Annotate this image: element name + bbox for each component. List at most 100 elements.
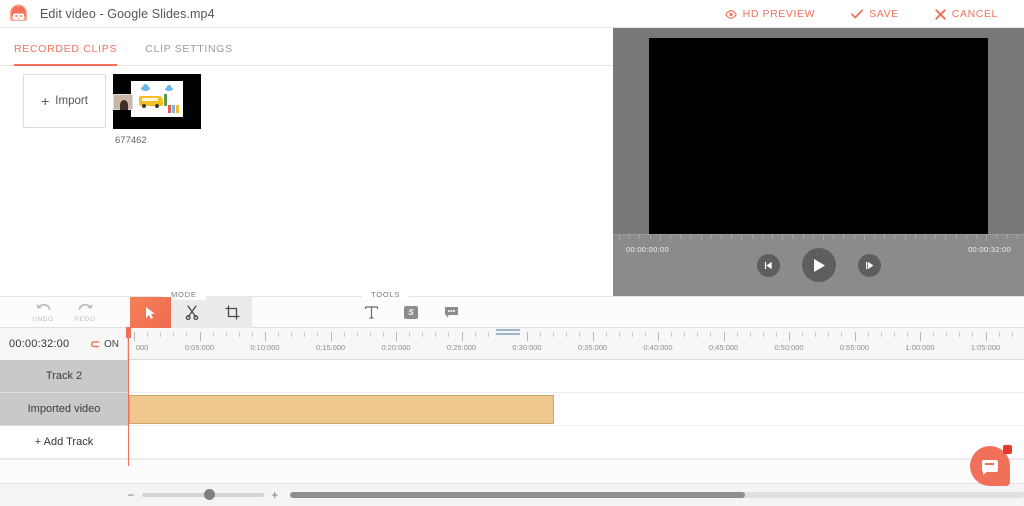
- add-track-button[interactable]: + Add Track: [0, 426, 128, 459]
- redo-icon: [78, 303, 93, 310]
- tab-clip-settings[interactable]: CLIP SETTINGS: [131, 43, 247, 65]
- school-bus-icon: [139, 96, 163, 108]
- ruler-minor-tick: [631, 332, 633, 337]
- track-row-track-2[interactable]: [128, 360, 1024, 393]
- preview-ruler-tick: [925, 235, 926, 239]
- play-button[interactable]: [801, 248, 836, 282]
- preview-ruler-tick: [863, 235, 865, 241]
- zoom-in-button[interactable]: +: [268, 488, 282, 502]
- ruler-minor-tick: [828, 332, 830, 337]
- sticker-s-icon: S: [404, 306, 418, 319]
- save-button[interactable]: SAVE: [833, 8, 917, 20]
- ruler-minor-tick: [775, 332, 777, 337]
- hd-preview-button[interactable]: HD PREVIEW: [707, 8, 834, 20]
- ruler-minor-tick: [802, 332, 804, 337]
- preview-ruler-tick: [639, 235, 641, 239]
- text-t-icon: [364, 306, 378, 319]
- ruler-minor-tick: [671, 332, 673, 337]
- ruler-minor-tick: [448, 332, 450, 337]
- preview-ruler-tick: [853, 235, 855, 239]
- timeline-horizontal-scrollbar[interactable]: [289, 492, 1024, 498]
- sticker-tool-button[interactable]: S: [391, 297, 431, 328]
- cancel-label: CANCEL: [951, 8, 998, 20]
- video-stage[interactable]: [649, 38, 988, 234]
- track-label-column: Track 2 Imported video + Add Track: [0, 360, 128, 459]
- tab-recorded-clips[interactable]: RECORDED CLIPS: [0, 43, 131, 66]
- track-label-imported-video[interactable]: Imported video: [0, 393, 128, 426]
- cloud-icon: [141, 84, 150, 91]
- ruler-minor-tick: [513, 332, 515, 337]
- ruler-minor-tick: [553, 332, 555, 337]
- check-icon: [851, 9, 864, 19]
- ruler-minor-tick: [304, 332, 306, 337]
- track-label-track-2[interactable]: Track 2: [0, 360, 128, 393]
- ruler-minor-tick: [422, 332, 424, 337]
- ruler-minor-tick: [435, 332, 437, 337]
- ruler-minor-tick: [605, 332, 607, 337]
- clip-item[interactable]: 677462: [113, 74, 201, 146]
- timeline-header-left: 00:00:32:00 ⊂ ON: [0, 328, 128, 360]
- timeline-bottom-filler: [0, 459, 1024, 483]
- playhead[interactable]: [126, 327, 131, 466]
- preview-scrub-ruler[interactable]: [613, 234, 1024, 243]
- text-tool-button[interactable]: [351, 297, 391, 328]
- zoom-slider[interactable]: [141, 489, 264, 500]
- ruler-minor-tick: [644, 332, 646, 337]
- ruler-major-tick: [985, 332, 987, 341]
- ruler-minor-tick: [684, 332, 686, 337]
- undo-button[interactable]: UNDO: [22, 297, 64, 328]
- cut-tool-button[interactable]: [171, 297, 212, 328]
- preview-ruler-tick: [823, 235, 824, 241]
- redo-button[interactable]: REDO: [64, 297, 106, 328]
- speech-bubble-icon: [444, 307, 458, 318]
- scrollbar-thumb[interactable]: [289, 492, 745, 498]
- ruler-minor-tick: [343, 332, 345, 337]
- import-button[interactable]: + Import: [23, 74, 106, 128]
- ruler-major-tick: [265, 332, 266, 341]
- preview-ruler-tick: [751, 235, 753, 239]
- ruler-minor-tick: [291, 332, 293, 337]
- snap-toggle[interactable]: ⊂ ON: [90, 328, 119, 360]
- tabbar: RECORDED CLIPS CLIP SETTINGS: [0, 28, 613, 66]
- zoom-slider-knob[interactable]: [203, 489, 215, 500]
- toolbar-right-filler: [613, 296, 1024, 328]
- ruler-major-tick: [658, 332, 659, 341]
- ruler-zoom-handle[interactable]: [496, 328, 520, 336]
- ruler-label: 0:30:000: [512, 343, 542, 352]
- scissors-icon: [185, 305, 198, 320]
- slide-preview-image: [131, 81, 183, 117]
- step-forward-button[interactable]: [857, 253, 881, 277]
- select-tool-button[interactable]: [130, 297, 171, 328]
- step-backward-icon: [764, 261, 772, 269]
- ruler-minor-tick: [251, 332, 253, 337]
- ruler-minor-tick: [618, 332, 620, 337]
- ruler-minor-tick: [382, 332, 384, 337]
- save-label: SAVE: [869, 8, 899, 20]
- ruler-major-tick: [527, 332, 528, 341]
- editor-toolbar: UNDO REDO MODE TOOLS S: [0, 288, 613, 328]
- preview-ruler-tick: [1006, 235, 1008, 239]
- clip-thumbnail[interactable]: [113, 74, 201, 129]
- timeline-ruler[interactable]: 000 0:05:000 0:10:000 0:15:000 0:20:000 0:25:…: [128, 328, 1024, 360]
- ruler-label: 0:35:000: [577, 343, 608, 352]
- ruler-label: 0:05:000: [184, 343, 215, 352]
- callout-tool-button[interactable]: [431, 297, 471, 328]
- cancel-button[interactable]: CANCEL: [917, 8, 1016, 20]
- ruler-minor-tick: [160, 332, 162, 337]
- ruler-major-tick: [396, 332, 397, 341]
- tab-recorded-clips-label: RECORDED CLIPS: [14, 43, 118, 55]
- play-icon: [813, 258, 825, 272]
- chat-widget-button[interactable]: [970, 445, 1012, 486]
- ruler-minor-tick: [317, 332, 319, 337]
- preview-ruler-tick: [935, 235, 937, 239]
- preview-ruler-tick: [802, 235, 804, 239]
- playhead-handle[interactable]: [126, 327, 131, 338]
- zoom-out-button[interactable]: −: [124, 488, 138, 502]
- track-row-imported-video[interactable]: [128, 393, 1024, 426]
- timeline-clip[interactable]: [129, 395, 554, 424]
- step-back-button[interactable]: [756, 253, 780, 277]
- crop-tool-button[interactable]: [212, 297, 253, 328]
- app-logo: [0, 0, 36, 28]
- ruler-minor-tick: [998, 332, 1000, 337]
- timeline-timecode: 00:00:32:00: [9, 338, 70, 350]
